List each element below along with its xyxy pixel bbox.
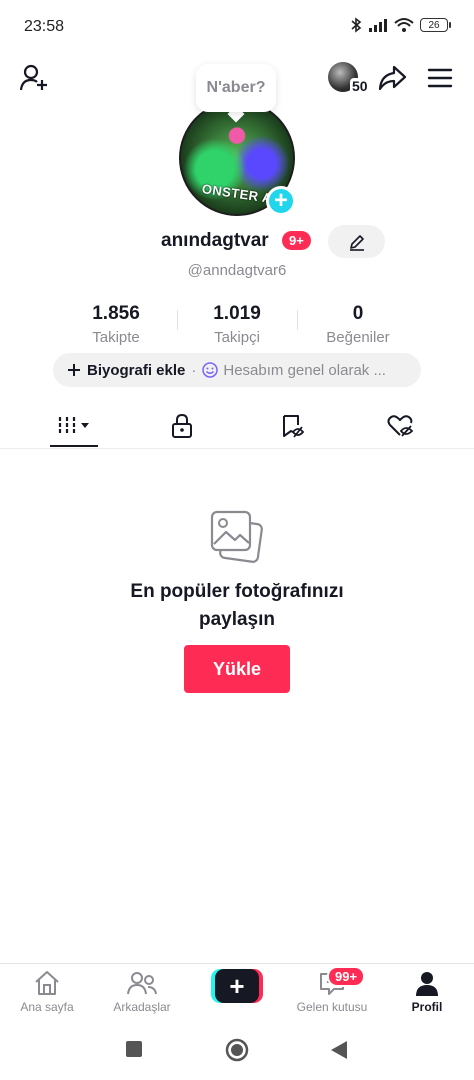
plus-icon: + [273,187,288,214]
profile-views-count: 50 [350,78,370,94]
nav-friends-label: Arkadaşlar [113,1000,171,1014]
nav-inbox-label: Gelen kutusu [296,1000,368,1014]
status-bubble[interactable]: N'aber? [196,64,276,112]
profile-icon [416,972,438,996]
stat-following-value: 1.856 [92,303,140,324]
circle-icon [225,1038,249,1062]
nav-home-label: Ana sayfa [20,1000,74,1014]
photo-icon [208,508,264,569]
share-icon [378,65,407,91]
add-bio-label: Biyografi ekle [87,361,186,379]
create-button[interactable]: + [211,969,263,1003]
account-status-text: Hesabım genel olarak ... [223,361,386,379]
back-triangle-icon [331,1041,347,1059]
pencil-icon [349,234,364,251]
friends-icon [127,972,157,995]
edit-profile-button[interactable] [328,225,385,258]
add-user-icon [19,64,47,91]
hamburger-icon [427,68,453,88]
plus-icon [68,364,80,376]
plus-icon: + [215,969,259,1003]
add-friend-button[interactable] [18,62,50,94]
tab-private[interactable] [152,406,212,446]
home-icon [35,971,59,995]
empty-state-line-1: En popüler fotoğrafınızı [130,581,344,602]
nav-profile-label: Profil [411,1000,443,1014]
status-icons: 26 [350,17,451,33]
notification-badge: 9+ [282,231,311,250]
tab-saved[interactable] [262,406,322,446]
stat-likes-value: 0 [352,303,364,324]
heart-hidden-icon [387,415,414,437]
status-time: 23:58 [24,18,65,35]
profile-views-button[interactable]: 50 [328,62,370,94]
bluetooth-icon [351,17,362,33]
battery-icon: 26 [420,18,451,32]
username: anındagtvar [161,230,269,251]
empty-state-title: En popüler fotoğrafınızı paylaşın [0,578,474,634]
bio-bar[interactable]: Biyografi ekle · Hesabım genel olarak ..… [53,353,421,387]
user-handle: @anndagtvar6 [187,262,287,279]
add-bio-button[interactable]: Biyografi ekle [67,362,185,379]
wifi-icon [394,18,414,32]
tabs-divider [0,448,474,449]
tab-liked[interactable] [370,406,430,446]
smiley-icon [202,362,219,378]
stat-following[interactable]: 1.856 Takipte [56,303,176,346]
square-icon [126,1041,142,1057]
inbox-badge: 99+ [327,966,366,987]
bottom-nav-divider [0,963,474,964]
lock-icon [172,413,192,438]
home-system-button[interactable] [225,1038,249,1067]
tab-videos[interactable] [44,406,104,446]
account-status[interactable]: Hesabım genel olarak ... [202,362,386,379]
grid-icon [58,417,89,435]
upload-button[interactable]: Yükle [184,645,290,693]
add-story-button[interactable]: + [266,186,296,216]
stat-likes-label: Beğeniler [326,329,390,346]
stat-followers[interactable]: 1.019 Takipçi [177,303,297,346]
stat-likes[interactable]: 0 Beğeniler [298,303,418,346]
menu-button[interactable] [424,62,456,94]
nav-home[interactable]: Ana sayfa [7,970,87,1014]
stat-followers-value: 1.019 [213,303,261,324]
nav-profile[interactable]: Profil [387,970,467,1014]
share-button[interactable] [376,62,408,94]
signal-icon [369,19,387,32]
stat-followers-label: Takipçi [214,329,260,346]
bookmark-hidden-icon [283,415,305,438]
back-button[interactable] [330,1040,348,1065]
empty-state-line-2: paylaşın [198,609,276,630]
active-tab-indicator [50,445,98,447]
separator-dot: · [191,361,197,379]
stat-following-label: Takipte [92,329,140,346]
nav-friends[interactable]: Arkadaşlar [102,970,182,1014]
recent-apps-button[interactable] [125,1040,143,1063]
